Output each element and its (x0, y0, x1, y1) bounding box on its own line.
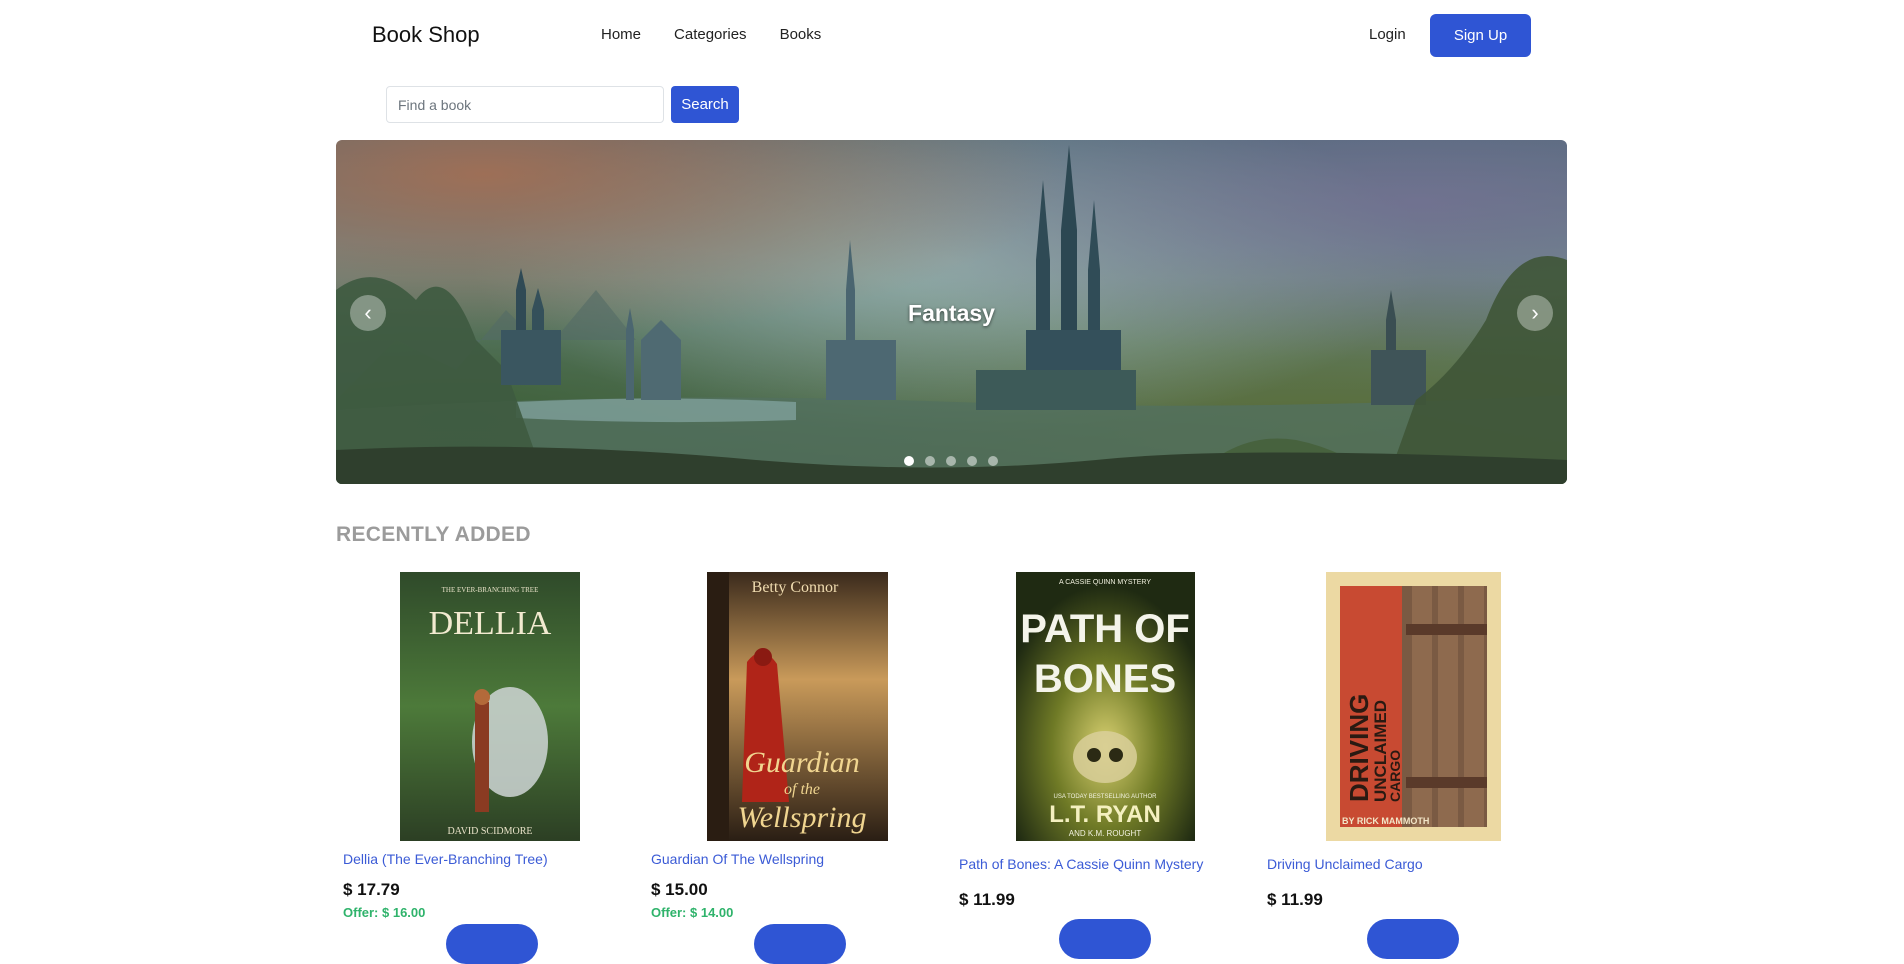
brand-logo[interactable]: Book Shop (372, 22, 480, 48)
add-to-cart-button[interactable] (754, 924, 846, 964)
nav-link-home[interactable]: Home (601, 26, 641, 43)
carousel-indicator[interactable] (967, 456, 977, 466)
nav-links: Home Categories Books (601, 26, 821, 43)
book-cover[interactable]: THE EVER-BRANCHING TREE DELLIA DAVID SCI… (400, 572, 580, 841)
book-title-link[interactable]: Path of Bones: A Cassie Quinn Mystery (959, 856, 1203, 872)
book-offer: Offer: $ 14.00 (651, 905, 734, 920)
add-to-cart-button[interactable] (1059, 919, 1151, 959)
cover-title: DRIVING (1344, 694, 1374, 802)
carousel-indicator[interactable] (925, 456, 935, 466)
book-title-link[interactable]: Dellia (The Ever-Branching Tree) (343, 851, 548, 867)
cover-coauthor: AND K.M. ROUGHT (1069, 829, 1142, 838)
book-title-link[interactable]: Guardian Of The Wellspring (651, 851, 824, 867)
carousel-caption: Fantasy (908, 300, 995, 326)
book-offer: Offer: $ 16.00 (343, 905, 426, 920)
search-input[interactable] (386, 86, 664, 123)
book-price: $ 11.99 (1267, 890, 1323, 909)
book-title-link[interactable]: Driving Unclaimed Cargo (1267, 856, 1423, 872)
section-title: RECENTLY ADDED (336, 523, 531, 546)
cover-series: THE EVER-BRANCHING TREE (442, 586, 539, 594)
cover-title: DELLIA (429, 605, 552, 642)
cover-title: Guardian (744, 746, 860, 779)
sign-up-button[interactable]: Sign Up (1430, 14, 1531, 57)
carousel-prev-button[interactable]: ‹ (350, 295, 386, 331)
cover-title: PATH OF (1020, 607, 1190, 651)
navbar: Book Shop Home Categories Books Login Si… (0, 0, 1904, 70)
book-cover[interactable]: DRIVING UNCLAIMED CARGO BY RICK MAMMOTH (1326, 572, 1501, 841)
book-price: $ 17.79 (343, 880, 400, 899)
carousel-indicators (904, 456, 998, 466)
cover-series: A CASSIE QUINN MYSTERY (1059, 579, 1151, 586)
carousel-indicator[interactable] (946, 456, 956, 466)
cover-title: of the (784, 781, 820, 798)
book-price: $ 11.99 (959, 890, 1015, 909)
chevron-left-icon: ‹ (364, 300, 372, 325)
cover-title: CARGO (1387, 750, 1403, 802)
book-cover[interactable]: Betty Connor Guardian of the Wellspring (707, 572, 888, 841)
cover-title: Wellspring (738, 801, 867, 834)
cover-tagline: USA TODAY BESTSELLING AUTHOR (1054, 794, 1158, 800)
cover-author: DAVID SCIDMORE (447, 826, 532, 837)
nav-link-categories[interactable]: Categories (674, 26, 747, 43)
carousel-indicator[interactable] (988, 456, 998, 466)
carousel-next-button[interactable]: › (1517, 295, 1553, 331)
login-link[interactable]: Login (1369, 26, 1406, 43)
search-form: Search (386, 86, 739, 123)
book-price: $ 15.00 (651, 880, 708, 899)
book-cover[interactable]: A CASSIE QUINN MYSTERY PATH OF BONES USA… (1016, 572, 1195, 841)
carousel-indicator[interactable] (904, 456, 914, 466)
add-to-cart-button[interactable] (446, 924, 538, 964)
cover-author: BY RICK MAMMOTH (1342, 816, 1429, 826)
add-to-cart-button[interactable] (1367, 919, 1459, 959)
cover-title: BONES (1034, 657, 1176, 701)
chevron-right-icon: › (1531, 300, 1539, 325)
nav-link-books[interactable]: Books (780, 26, 822, 43)
search-button[interactable]: Search (671, 86, 739, 123)
cover-author: L.T. RYAN (1049, 801, 1161, 828)
hero-carousel: Fantasy ‹ › (336, 140, 1567, 484)
cover-author: Betty Connor (752, 579, 839, 596)
